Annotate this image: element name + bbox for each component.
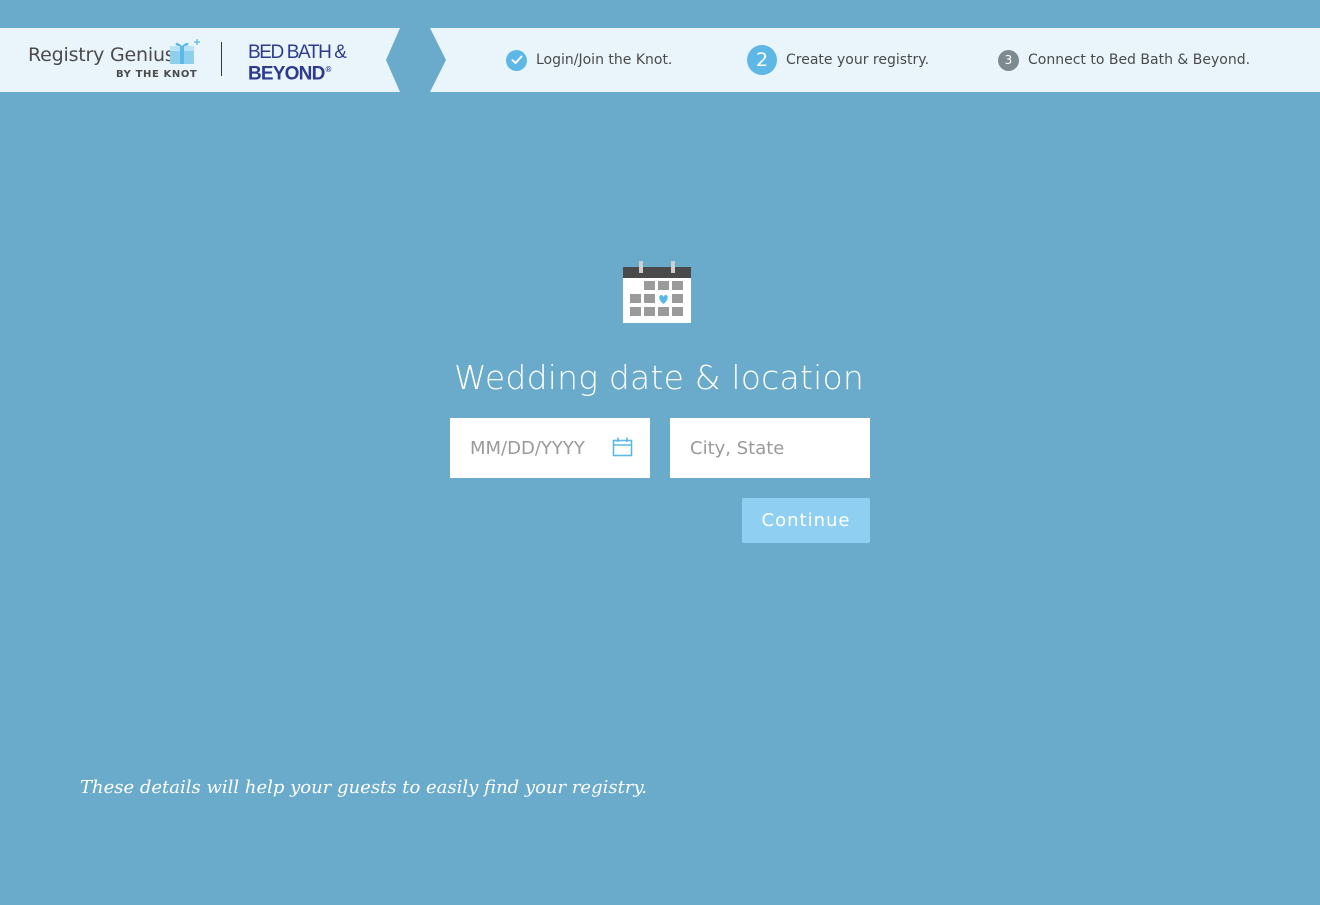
calendar-heart-icon: [623, 261, 691, 323]
step-number-badge: 2: [747, 45, 777, 75]
step-connect-bbb: 3 Connect to Bed Bath & Beyond.: [998, 46, 1250, 74]
registry-genius-logo-text: Registry Genius: [28, 44, 175, 66]
help-text: These details will help your guests to e…: [80, 777, 647, 798]
step-label: Create your registry.: [786, 52, 930, 68]
logo-divider: [221, 42, 222, 76]
form-title: Wedding date & location: [454, 358, 864, 397]
by-the-knot-text: BY THE KNOT: [116, 69, 198, 80]
brand-panel: Registry Genius BY THE KNOT BED BATH & B…: [0, 28, 400, 92]
check-icon: [506, 49, 527, 71]
step-create-registry: 2 Create your registry.: [747, 45, 930, 75]
step-number-badge: 3: [998, 49, 1019, 71]
step-label: Connect to Bed Bath & Beyond.: [1028, 52, 1251, 68]
step-login: Login/Join the Knot.: [506, 46, 672, 74]
partner-logo-line-2: BEYOND®: [248, 63, 331, 85]
step-label: Login/Join the Knot.: [536, 52, 673, 68]
location-input[interactable]: [670, 418, 870, 478]
continue-button[interactable]: Continue: [742, 498, 870, 543]
calendar-icon[interactable]: [612, 437, 633, 457]
gift-icon: [170, 39, 200, 64]
